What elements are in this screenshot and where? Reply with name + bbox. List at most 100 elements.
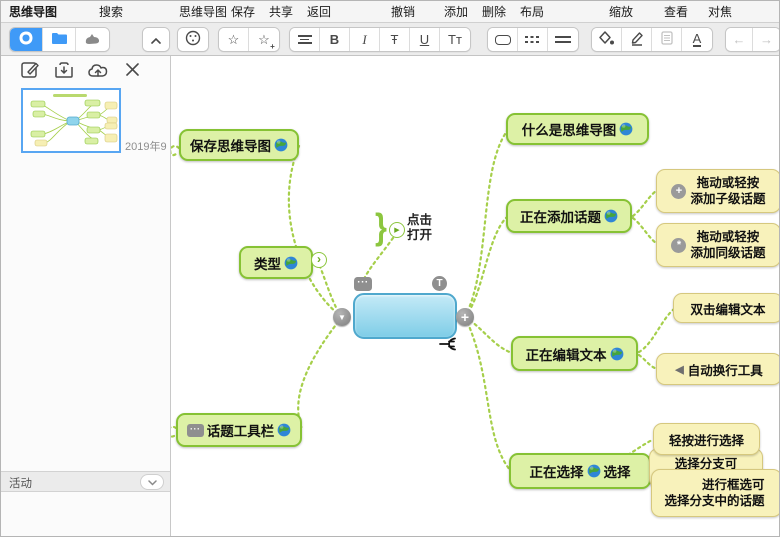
rounded-rect-icon: [495, 35, 511, 45]
fill-color-button[interactable]: [592, 28, 622, 51]
node-marquee-select[interactable]: 进行框选可 选择分支中的话题: [651, 469, 780, 517]
menu-add[interactable]: 添加: [444, 1, 468, 23]
fill-drop-icon: [598, 30, 615, 49]
text-cursor-glyph: [439, 337, 459, 356]
hint-text: 点击 打开: [407, 213, 432, 243]
new-document-button[interactable]: [17, 60, 43, 84]
globe-icon: [277, 423, 291, 437]
close-document-button[interactable]: [119, 60, 145, 84]
globe-icon: [619, 122, 633, 136]
activity-toggle-button[interactable]: [140, 474, 164, 490]
chevron-up-icon: [151, 32, 161, 47]
app-window: 思维导图 搜索 思维导图 保存 共享 返回 撤销 添加 删除 布局 缩放 查看 …: [0, 0, 780, 537]
node-editing-text[interactable]: 正在编辑文本: [511, 336, 638, 371]
wrap-arrow-icon: ◀: [675, 363, 683, 376]
bold-button[interactable]: B: [320, 28, 350, 51]
pen-button[interactable]: [622, 28, 652, 51]
text-badge[interactable]: T: [432, 276, 447, 291]
node-adding-topics[interactable]: 正在添加话题: [506, 199, 632, 233]
plus-circle-icon: +: [671, 184, 686, 199]
node-what-is-mindmap[interactable]: 什么是思维导图: [506, 113, 649, 145]
favorites-group: ☆ ☆+: [218, 27, 280, 52]
notes-button[interactable]: [652, 28, 682, 51]
node-selecting[interactable]: 正在选择 选择: [509, 453, 651, 489]
menu-delete[interactable]: 删除: [482, 1, 506, 23]
arrow-right-icon: →: [760, 32, 773, 47]
style-group: [177, 27, 209, 52]
document-thumbnail[interactable]: [21, 88, 121, 153]
menu-layout[interactable]: 布局: [520, 1, 544, 23]
align-button[interactable]: [290, 28, 320, 51]
node-tap-to-select[interactable]: 轻按进行选择: [653, 423, 760, 455]
menu-mindmap[interactable]: 思维导图: [179, 1, 227, 23]
topic-toolbar-badge[interactable]: ···: [354, 277, 372, 291]
underline-button[interactable]: U: [410, 28, 440, 51]
node-add-child-topic[interactable]: + 拖动或轻按 添加子级话题: [656, 169, 780, 213]
node-word-wrap-tool[interactable]: ◀ 自动换行工具: [656, 353, 780, 385]
theme-button[interactable]: [178, 28, 208, 51]
document-date: 2019年9: [125, 138, 167, 154]
menu-app[interactable]: 思维导图: [9, 1, 57, 23]
star-add-button[interactable]: ☆+: [249, 28, 279, 51]
forward-button[interactable]: →: [753, 28, 780, 51]
document-shape-icon: [18, 30, 34, 49]
left-branch-handle[interactable]: ▼: [333, 308, 351, 326]
library-segmented-control: [9, 27, 110, 52]
globe-icon: [274, 138, 288, 152]
dashed-line-button[interactable]: [518, 28, 548, 51]
marker-pen-icon: [629, 30, 645, 49]
solid-line-button[interactable]: [548, 28, 578, 51]
document-sidebar: 2019年9 活动: [1, 56, 171, 537]
menu-save[interactable]: 保存: [231, 1, 255, 23]
menu-search[interactable]: 搜索: [99, 1, 123, 23]
node-shape-button[interactable]: [488, 28, 518, 51]
globe-icon: [604, 209, 618, 223]
folder-tab[interactable]: [43, 28, 76, 51]
italic-button[interactable]: I: [350, 28, 380, 51]
node-double-click-edit[interactable]: 双击编辑文本: [673, 293, 780, 323]
play-icon[interactable]: ▶: [389, 222, 405, 238]
menu-view[interactable]: 查看: [664, 1, 688, 23]
node-type[interactable]: 类型: [239, 246, 313, 279]
globe-icon: [284, 256, 298, 270]
font-color-icon: A: [693, 32, 702, 47]
menu-return[interactable]: 返回: [307, 1, 331, 23]
compose-icon: [20, 60, 40, 85]
move-to-folder-button[interactable]: [51, 60, 77, 84]
collapse-sidebar-button[interactable]: [143, 28, 169, 51]
hint-brace: }: [375, 206, 387, 248]
strikethrough-button[interactable]: Ŧ: [380, 28, 410, 51]
star-button[interactable]: ☆: [219, 28, 249, 51]
documents-tab[interactable]: [10, 28, 43, 51]
toolbar: ☆ ☆+ B I Ŧ U Tᴛ: [1, 23, 780, 56]
solid-lines-icon: [555, 36, 571, 44]
stamps-tab[interactable]: [76, 28, 109, 51]
cloud-upload-icon: [87, 62, 109, 83]
cloud-upload-button[interactable]: [85, 60, 111, 84]
font-color-button[interactable]: A: [682, 28, 712, 51]
back-button[interactable]: ←: [726, 28, 753, 51]
menu-focus[interactable]: 对焦: [708, 1, 732, 23]
ellipsis-badge-icon: ···: [187, 424, 204, 437]
central-topic-node[interactable]: [353, 293, 457, 339]
add-topic-handle[interactable]: +: [456, 308, 474, 326]
node-topic-toolbar[interactable]: ··· 话题工具栏: [176, 413, 302, 447]
palette-icon: [185, 30, 201, 49]
asterisk-circle-icon: *: [671, 238, 686, 253]
font-size-button[interactable]: Tᴛ: [440, 28, 470, 51]
menu-undo[interactable]: 撤销: [391, 1, 415, 23]
note-list-icon: [661, 31, 673, 48]
globe-icon: [587, 464, 601, 478]
node-add-sibling-topic[interactable]: * 拖动或轻按 添加同级话题: [656, 223, 780, 267]
menu-share[interactable]: 共享: [269, 1, 293, 23]
mindmap-canvas[interactable]: ··· T ▼ + } ▶ 点击 打开 保存思维导图 类型 › ··· 话题工具…: [171, 56, 780, 537]
thumbnail-minimap: [23, 90, 119, 151]
menu-zoom[interactable]: 缩放: [609, 1, 633, 23]
node-save-mindmap[interactable]: 保存思维导图: [179, 129, 299, 161]
text-align-icon: [298, 35, 312, 44]
arrow-left-icon: ←: [733, 32, 746, 47]
stroke-group: [487, 27, 579, 52]
expand-branch-badge[interactable]: ›: [311, 252, 327, 268]
dog-icon: [84, 32, 101, 48]
nav-group: ← →: [725, 27, 780, 52]
